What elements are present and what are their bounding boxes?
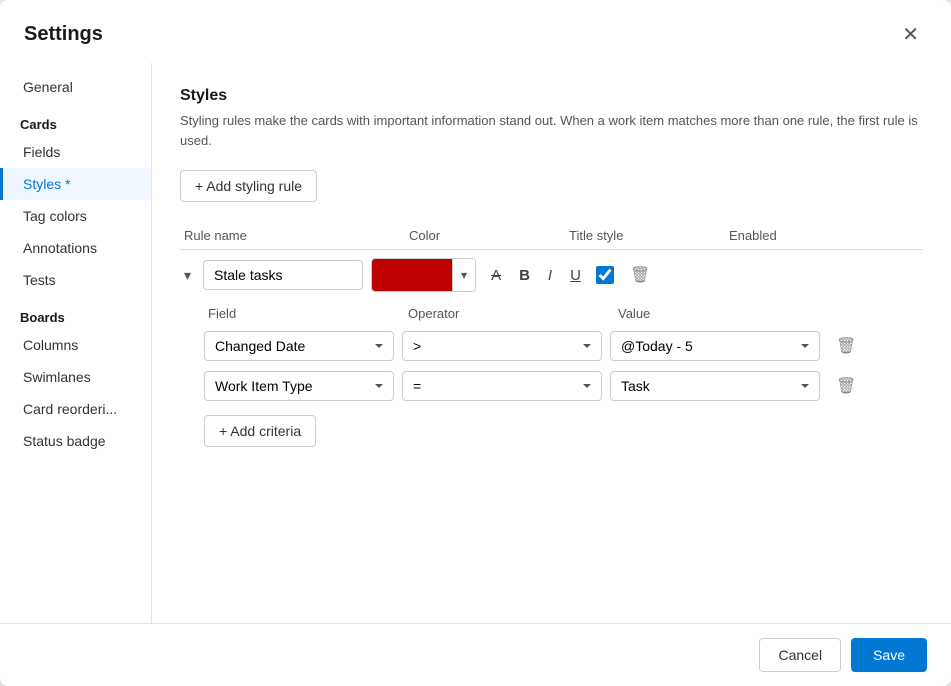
- rule-row: ▾ ▾ A B I U 🗑: [180, 258, 923, 292]
- main-content: Styles Styling rules make the cards with…: [152, 63, 951, 623]
- cancel-button[interactable]: Cancel: [759, 638, 841, 672]
- col-title-style: Title style: [565, 228, 725, 243]
- sidebar-item-status-badge[interactable]: Status badge: [0, 425, 151, 457]
- dialog-header: Settings ✕: [0, 0, 951, 63]
- criteria-field-select-2[interactable]: Work Item Type Changed Date Title Assign…: [204, 371, 394, 401]
- sidebar-item-tests[interactable]: Tests: [0, 264, 151, 296]
- criteria-delete-button-1[interactable]: 🗑: [828, 332, 864, 360]
- color-swatch: [372, 259, 452, 291]
- dialog-body: General Cards Fields Styles * Tag colors…: [0, 63, 951, 623]
- dialog-footer: Cancel Save: [0, 623, 951, 686]
- section-title: Styles: [180, 87, 923, 105]
- col-actions: [805, 228, 845, 243]
- add-styling-rule-button[interactable]: + Add styling rule: [180, 170, 317, 202]
- criteria-field-select-1[interactable]: Changed Date Work Item Type Title Assign…: [204, 331, 394, 361]
- criteria-col-field: Field: [204, 306, 404, 321]
- sidebar-section-cards: Cards: [0, 103, 151, 136]
- criteria-header: Field Operator Value: [204, 302, 923, 325]
- rule-name-input[interactable]: [203, 260, 363, 290]
- rule-expand-chevron[interactable]: ▾: [180, 263, 195, 288]
- sidebar-item-general[interactable]: General: [0, 71, 151, 103]
- sidebar-section-boards: Boards: [0, 296, 151, 329]
- criteria-row-1: Changed Date Work Item Type Title Assign…: [204, 331, 923, 361]
- sidebar: General Cards Fields Styles * Tag colors…: [0, 63, 152, 623]
- underline-style-button[interactable]: U: [563, 263, 588, 288]
- italic-style-button[interactable]: I: [541, 263, 559, 288]
- close-button[interactable]: ✕: [894, 18, 927, 51]
- criteria-section: Field Operator Value Changed Date Work I…: [204, 302, 923, 447]
- col-enabled: Enabled: [725, 228, 805, 243]
- criteria-value-select-2[interactable]: Task Bug Feature Epic: [610, 371, 820, 401]
- sidebar-item-annotations[interactable]: Annotations: [0, 232, 151, 264]
- color-dropdown-button[interactable]: ▾: [452, 259, 475, 291]
- add-criteria-button[interactable]: + Add criteria: [204, 415, 316, 447]
- sidebar-item-styles[interactable]: Styles *: [0, 168, 151, 200]
- bold-style-button[interactable]: B: [512, 263, 537, 288]
- section-desc: Styling rules make the cards with import…: [180, 111, 923, 150]
- col-rule-name: Rule name: [180, 228, 405, 243]
- criteria-col-operator: Operator: [404, 306, 614, 321]
- sidebar-item-fields[interactable]: Fields: [0, 136, 151, 168]
- criteria-delete-button-2[interactable]: 🗑: [828, 372, 864, 400]
- sidebar-item-columns[interactable]: Columns: [0, 329, 151, 361]
- dialog-title: Settings: [24, 23, 103, 46]
- strikethrough-style-button[interactable]: A: [484, 263, 508, 288]
- criteria-row-2: Work Item Type Changed Date Title Assign…: [204, 371, 923, 401]
- criteria-col-value: Value: [614, 306, 834, 321]
- table-header: Rule name Color Title style Enabled: [180, 222, 923, 250]
- title-style-group: A B I U: [484, 263, 588, 288]
- sidebar-item-swimlanes[interactable]: Swimlanes: [0, 361, 151, 393]
- rule-enabled-checkbox[interactable]: [596, 266, 614, 284]
- criteria-operator-select-1[interactable]: > < = ≠: [402, 331, 602, 361]
- color-picker-wrapper: ▾: [371, 258, 476, 292]
- criteria-col-action: [834, 306, 874, 321]
- settings-dialog: Settings ✕ General Cards Fields Styles *…: [0, 0, 951, 686]
- sidebar-item-card-reordering[interactable]: Card reorderi...: [0, 393, 151, 425]
- sidebar-item-tag-colors[interactable]: Tag colors: [0, 200, 151, 232]
- criteria-operator-select-2[interactable]: = > < ≠: [402, 371, 602, 401]
- rule-delete-button[interactable]: 🗑: [622, 261, 658, 289]
- col-color: Color: [405, 228, 565, 243]
- save-button[interactable]: Save: [851, 638, 927, 672]
- criteria-value-select-1[interactable]: @Today - 5 @Today @Today - 1 @Today - 7: [610, 331, 820, 361]
